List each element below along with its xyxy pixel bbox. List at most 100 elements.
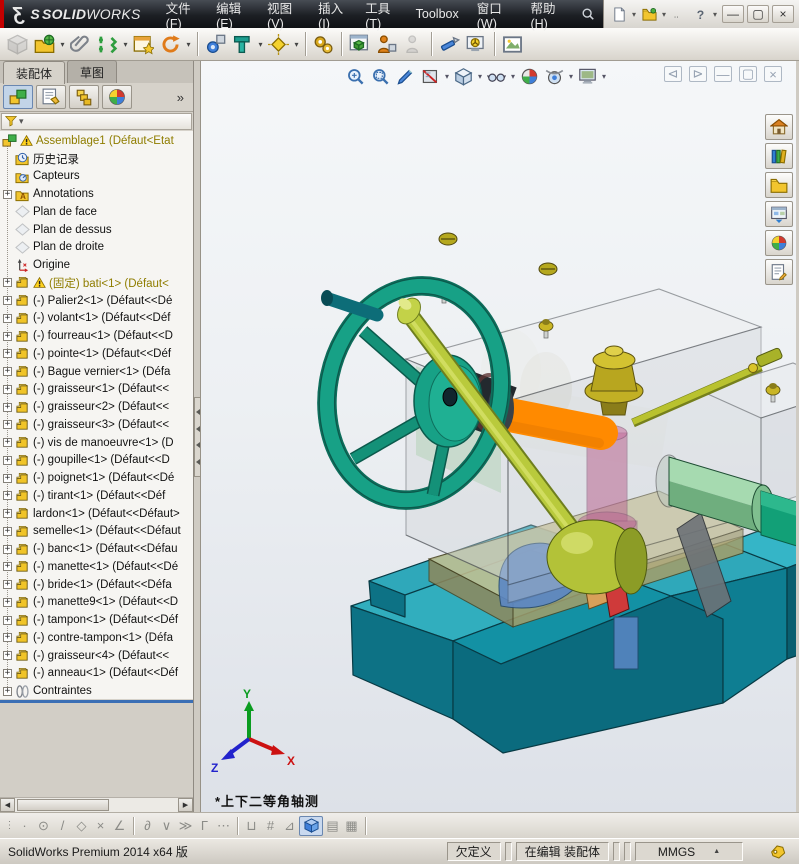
tree-row[interactable]: + (-) manette<1> (Défaut<<Dé [0, 558, 193, 576]
expand-toggle[interactable]: + [3, 651, 12, 661]
zoom-to-fit-button[interactable] [343, 64, 368, 88]
menu-item-5[interactable]: 工具(T) [356, 0, 406, 31]
tree-row[interactable]: + (-) banc<1> (Défaut<<Défau [0, 540, 193, 558]
expand-toggle[interactable]: + [3, 686, 12, 696]
tree-row[interactable]: + (固定) bati<1> (Défaut< [0, 274, 193, 292]
tree-row[interactable]: Assemblage1 (Défaut<Etat [0, 132, 193, 150]
help-button[interactable]: ? [690, 4, 710, 24]
search-icon[interactable] [573, 0, 603, 28]
hide-show-items-button[interactable] [484, 64, 509, 88]
angle-grid-snap-button[interactable]: ⊿ [280, 816, 299, 836]
previous-view-button[interactable] [393, 64, 418, 88]
open-from-web-button[interactable] [31, 31, 58, 58]
view-cube-button[interactable] [299, 815, 323, 836]
expand-toggle[interactable]: + [3, 455, 12, 465]
section-view-button-caret[interactable]: ▾ [443, 72, 451, 81]
zoom-to-area-button[interactable] [368, 64, 393, 88]
mate-button[interactable] [94, 31, 121, 58]
parallel-snap-button[interactable]: ≫ [176, 816, 195, 836]
panel-horizontal-scrollbar[interactable]: ◀ ▶ [0, 797, 193, 812]
expand-toggle[interactable]: + [3, 189, 12, 199]
expand-toggle[interactable]: + [3, 367, 12, 377]
menu-item-1[interactable]: 文件(F) [157, 0, 207, 31]
expand-toggle[interactable]: + [3, 597, 12, 607]
tree-row[interactable]: + (-) tirant<1> (Défaut<<Déf [0, 487, 193, 505]
expand-toggle[interactable]: + [3, 402, 12, 412]
tangent-snap-button[interactable]: ∂ [138, 816, 157, 836]
expand-toggle[interactable]: + [3, 278, 12, 288]
tree-row[interactable]: + (-) bride<1> (Défaut<<Défa [0, 576, 193, 594]
appearances-scenes-button[interactable] [765, 230, 793, 256]
polygon-snap-button[interactable]: ◇ [72, 816, 91, 836]
tree-row[interactable]: + lardon<1> (Défaut<<Défaut> [0, 505, 193, 523]
expand-toggle[interactable]: + [3, 526, 12, 536]
document-tab-2[interactable]: 草图 [67, 60, 118, 83]
graphics-viewport[interactable]: Y X Z ▾ ▾ ▾ ▾ ▾ ⊲ ⊳ — ▢ × *上下二等角轴测 [201, 61, 799, 812]
open-document-button[interactable] [639, 4, 659, 24]
tree-row[interactable]: + (-) poignet<1> (Défaut<<Dé [0, 469, 193, 487]
tree-row[interactable]: + (-) graisseur<2> (Défaut<< [0, 398, 193, 416]
expand-toggle[interactable]: + [3, 633, 12, 643]
pane-left-button[interactable]: ⊲ [664, 66, 682, 82]
expand-toggle[interactable]: + [3, 491, 12, 501]
tree-row[interactable]: + (-) goupille<1> (Défaut<<D [0, 452, 193, 470]
units-selector[interactable]: MMGS ▲ [635, 842, 743, 861]
expand-toggle[interactable]: + [3, 580, 12, 590]
help-button-caret[interactable]: ▾ [711, 10, 719, 19]
tree-row[interactable]: + (-) tampon<1> (Défaut<<Déf [0, 611, 193, 629]
tree-row[interactable]: + (-) Bague vernier<1> (Défa [0, 363, 193, 381]
menu-item-8[interactable]: 帮助(H) [521, 0, 573, 31]
line-snap-button[interactable]: / [53, 816, 72, 836]
view-orientation-button[interactable] [451, 64, 476, 88]
propertymanager-tab[interactable] [36, 85, 66, 109]
point-snap-button[interactable]: · [15, 816, 34, 836]
expand-toggle[interactable]: + [3, 544, 12, 554]
design-library-button[interactable] [765, 143, 793, 169]
nearest-snap-button[interactable]: ∨ [157, 816, 176, 836]
section-view-button[interactable] [418, 64, 443, 88]
expand-toggle[interactable]: + [3, 473, 12, 483]
new-document-button[interactable] [609, 4, 629, 24]
tree-row[interactable]: + (-) Palier2<1> (Défaut<<Dé [0, 292, 193, 310]
dimension-snap-button[interactable]: ⊔ [242, 816, 261, 836]
image-capture-button[interactable] [499, 31, 526, 58]
menu-item-3[interactable]: 视图(V) [258, 0, 309, 31]
tree-row[interactable]: + Contraintes [0, 682, 193, 699]
expand-toggle[interactable]: + [3, 331, 12, 341]
new-document-button-caret[interactable]: ▾ [630, 10, 638, 19]
document-tab-1[interactable]: 装配体 [3, 61, 66, 84]
scroll-thumb[interactable] [17, 799, 109, 811]
tree-row[interactable]: + (-) graisseur<4> (Défaut<< [0, 647, 193, 665]
tree-row[interactable]: Plan de face [0, 203, 193, 221]
tree-row[interactable]: + (-) volant<1> (Défaut<<Déf [0, 310, 193, 328]
tree-row[interactable]: + (-) manette9<1> (Défaut<<D [0, 594, 193, 612]
doc-minimize-button[interactable]: — [714, 66, 732, 82]
menu-item-4[interactable]: 插入(I) [309, 0, 356, 31]
view-palette-button[interactable] [765, 201, 793, 227]
expand-toggle[interactable]: + [3, 562, 12, 572]
tree-row[interactable]: 历史记录 [0, 150, 193, 168]
mate-button-caret[interactable]: ▾ [121, 40, 130, 49]
file-explorer-button[interactable] [765, 172, 793, 198]
options-button[interactable]: .. [669, 4, 689, 24]
snapbar-drag-handle[interactable]: ⋮ [3, 816, 15, 836]
view-settings-button[interactable] [575, 64, 600, 88]
splitter-collapse-handle[interactable] [194, 397, 201, 477]
panel-splitter[interactable] [194, 61, 201, 812]
view-settings-button-caret[interactable]: ▾ [600, 72, 608, 81]
spline-snap-button[interactable]: ⋯ [214, 816, 233, 836]
rotate-component-button[interactable] [157, 31, 184, 58]
expand-toggle[interactable]: + [3, 296, 12, 306]
doc-restore-button[interactable]: ▢ [739, 66, 757, 82]
rotate-component-button-caret[interactable]: ▾ [184, 40, 193, 49]
minimize-button[interactable]: — [722, 5, 744, 23]
scroll-track[interactable] [15, 798, 178, 812]
split-grid-button[interactable]: ▦ [342, 816, 361, 836]
tree-row[interactable]: Capteurs [0, 168, 193, 186]
tailstock-assembly-model[interactable]: Y X Z [201, 61, 796, 812]
exploded-view-button[interactable] [346, 31, 373, 58]
interference-detection-button[interactable] [463, 31, 490, 58]
tree-row[interactable]: Origine [0, 256, 193, 274]
open-document-button-caret[interactable]: ▾ [660, 10, 668, 19]
menu-item-6[interactable]: Toolbox [407, 0, 468, 28]
